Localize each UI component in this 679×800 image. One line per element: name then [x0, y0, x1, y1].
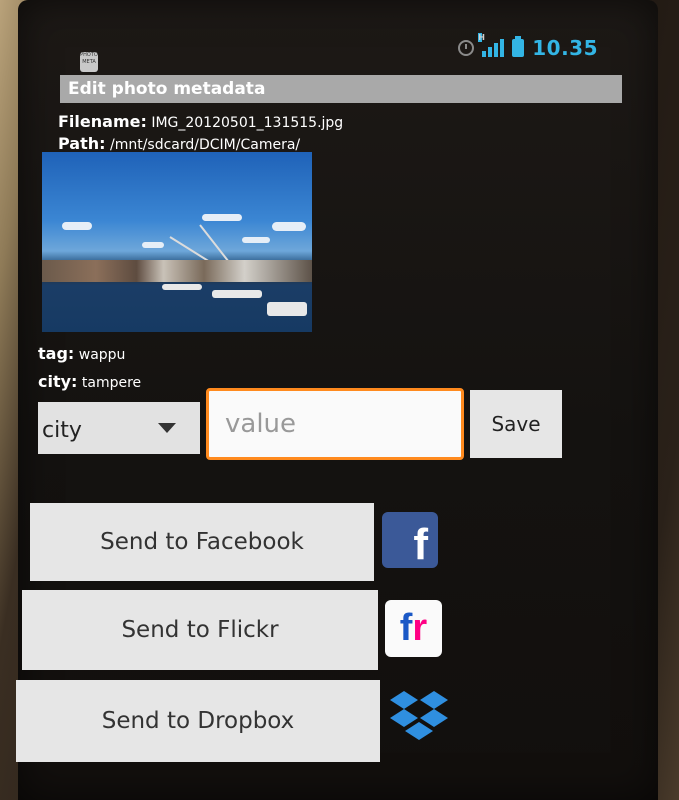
network-type-label: H [478, 33, 485, 42]
metadata-row-tag: tag: wappu [38, 344, 125, 363]
status-bar: PHOTO META H 10.35 [18, 30, 658, 72]
field-selector-dropdown[interactable]: city [38, 402, 200, 454]
app-notification-icon: PHOTO META [80, 52, 98, 72]
signal-icon: H [478, 33, 505, 57]
value-input[interactable] [206, 388, 464, 460]
metadata-key: tag: [38, 344, 75, 363]
field-selector-value: city [42, 418, 82, 443]
filename-value: IMG_20120501_131515.jpg [151, 115, 344, 131]
status-icons: H 10.35 [458, 33, 598, 60]
path-row: Path: /mnt/sdcard/DCIM/Camera/ [58, 134, 300, 153]
facebook-icon[interactable]: f [382, 512, 438, 569]
send-to-facebook-button[interactable]: Send to Facebook [30, 503, 374, 581]
metadata-key: city: [38, 372, 78, 391]
send-to-flickr-button[interactable]: Send to Flickr [22, 590, 378, 670]
metadata-value: wappu [78, 347, 126, 363]
path-label: Path: [58, 134, 106, 153]
save-button[interactable]: Save [470, 390, 562, 458]
battery-icon [512, 36, 525, 57]
chevron-down-icon [158, 423, 176, 433]
filename-label: Filename: [58, 112, 147, 131]
page-title: Edit photo metadata [60, 75, 622, 103]
path-value: /mnt/sdcard/DCIM/Camera/ [109, 137, 301, 153]
status-clock: 10.35 [532, 36, 598, 60]
filename-row: Filename: IMG_20120501_131515.jpg [58, 112, 343, 131]
send-to-dropbox-button[interactable]: Send to Dropbox [16, 680, 380, 762]
photo-thumbnail[interactable] [42, 152, 312, 332]
metadata-value: tampere [81, 375, 142, 391]
metadata-row-city: city: tampere [38, 372, 141, 391]
alarm-icon [458, 40, 475, 56]
phone-screen: PHOTO META H 10.35 Edit photo metadata F… [16, 0, 658, 800]
flickr-icon[interactable]: fr [385, 600, 442, 657]
dropbox-icon[interactable] [388, 688, 450, 744]
